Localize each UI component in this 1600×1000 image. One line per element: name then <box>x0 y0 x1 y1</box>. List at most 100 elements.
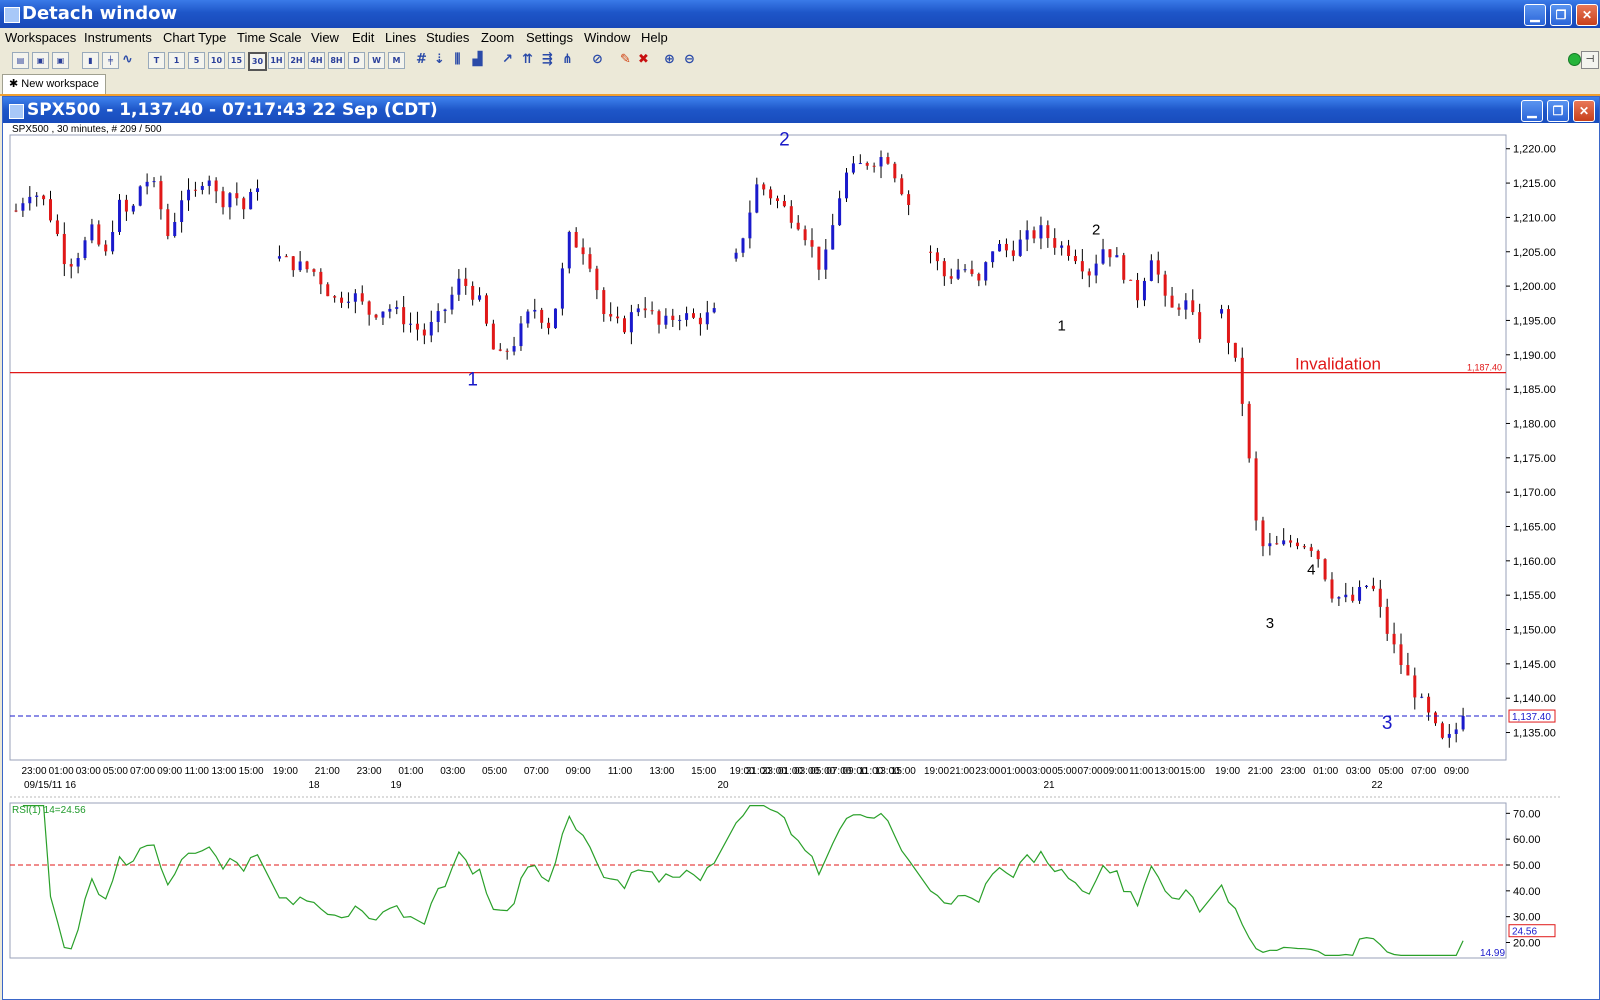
candle-body <box>1344 594 1348 598</box>
candle-body <box>907 194 911 206</box>
candle-body <box>76 258 80 267</box>
candle-body <box>333 296 337 298</box>
candle-body <box>1170 295 1174 308</box>
candle-body <box>533 309 537 312</box>
candle-body <box>436 311 440 322</box>
candle-body <box>949 276 953 279</box>
candle-body <box>1309 547 1313 551</box>
candle-body <box>1399 644 1403 666</box>
x-date-label: 18 <box>308 780 320 791</box>
candle-body <box>360 293 364 302</box>
candle-body <box>450 294 454 310</box>
candle-body <box>963 269 967 271</box>
candle-body <box>1004 243 1008 251</box>
candle-body <box>581 247 585 255</box>
candle-body <box>547 322 551 329</box>
candle-body <box>1378 588 1382 607</box>
y-tick-label: 1,150.00 <box>1513 625 1556 637</box>
candle-body <box>1073 255 1077 262</box>
candle-body <box>872 165 876 167</box>
candle-body <box>526 311 530 324</box>
candle-body <box>609 314 613 317</box>
price-chart[interactable]: SPX500 , 30 minutes, # 209 / 500 1,220.00… <box>0 0 1600 1000</box>
candle-body <box>998 243 1002 252</box>
candle-body <box>935 252 939 262</box>
candle-body <box>810 240 814 247</box>
candle-body <box>1406 665 1410 676</box>
candle-body <box>340 297 344 303</box>
candle-body <box>1163 274 1167 296</box>
invalidation-label: Invalidation <box>1295 355 1381 374</box>
candle-body <box>1122 255 1126 280</box>
candle-body <box>62 233 66 265</box>
candle-body <box>712 308 716 313</box>
candle-body <box>326 284 330 297</box>
candle-body <box>505 350 509 352</box>
candle-body <box>1032 230 1036 239</box>
candle-body <box>1039 225 1043 239</box>
candle-body <box>1067 245 1071 256</box>
x-tick-label: 03:00 <box>76 766 101 777</box>
candle-body <box>478 295 482 300</box>
y-tick-label: 1,210.00 <box>1513 212 1556 224</box>
candle-body <box>782 200 786 207</box>
x-tick-label: 09:00 <box>157 766 182 777</box>
candle-body <box>1149 260 1153 281</box>
x-tick-label: 15:00 <box>239 766 264 777</box>
candle-body <box>1302 546 1306 548</box>
candle-body <box>1268 543 1272 547</box>
x-tick-label: 23:00 <box>1280 766 1305 777</box>
y-tick-label: 1,170.00 <box>1513 487 1556 499</box>
rsi-tick-label: 30.00 <box>1513 912 1541 924</box>
x-tick-label: 15:00 <box>1180 766 1205 777</box>
candle-body <box>228 193 232 208</box>
candle-body <box>1198 312 1202 340</box>
candle-body <box>1282 540 1286 545</box>
candle-body <box>1358 587 1362 601</box>
x-tick-label: 05:00 <box>482 766 507 777</box>
candle-body <box>803 229 807 241</box>
candle-body <box>879 157 883 167</box>
candle-body <box>35 195 39 197</box>
candle-body <box>748 212 752 239</box>
rsi-min-label: 14.99 <box>1480 948 1505 959</box>
x-tick-label: 05:00 <box>1052 766 1077 777</box>
x-date-label: 21 <box>1043 780 1055 791</box>
candle-body <box>484 295 488 324</box>
candle-body <box>893 163 897 179</box>
x-tick-label: 03:00 <box>1026 766 1051 777</box>
candle-body <box>242 198 246 210</box>
candle-body <box>1351 594 1355 601</box>
x-tick-label: 23:00 <box>357 766 382 777</box>
y-tick-label: 1,180.00 <box>1513 418 1556 430</box>
candle-body <box>1337 597 1341 599</box>
candle-body <box>491 323 495 350</box>
candle-body <box>457 278 461 295</box>
candle-body <box>291 256 295 271</box>
candle-body <box>705 312 709 325</box>
y-tick-label: 1,220.00 <box>1513 144 1556 156</box>
x-date-label: 20 <box>717 780 729 791</box>
x-tick-label: 19:00 <box>924 766 949 777</box>
candle-body <box>1094 263 1098 276</box>
candle-body <box>657 311 661 325</box>
invalidation-price-label: 1,187.40 <box>1467 363 1502 373</box>
candle-body <box>984 262 988 281</box>
candle-body <box>1087 271 1091 276</box>
candle-body <box>346 301 350 303</box>
candle-body <box>698 317 702 325</box>
candle-body <box>1289 540 1293 543</box>
candle-body <box>111 232 115 252</box>
candle-body <box>388 308 392 312</box>
x-tick-label: 21:00 <box>950 766 975 777</box>
x-tick-label: 13:00 <box>211 766 236 777</box>
candle-body <box>858 163 862 165</box>
candle-body <box>824 249 828 270</box>
candle-body <box>118 199 122 233</box>
candle-body <box>1177 307 1181 310</box>
candle-body <box>865 163 869 166</box>
candle-body <box>97 224 101 245</box>
candle-body <box>55 220 59 234</box>
candle-body <box>1261 520 1265 547</box>
candle-body <box>90 224 94 241</box>
